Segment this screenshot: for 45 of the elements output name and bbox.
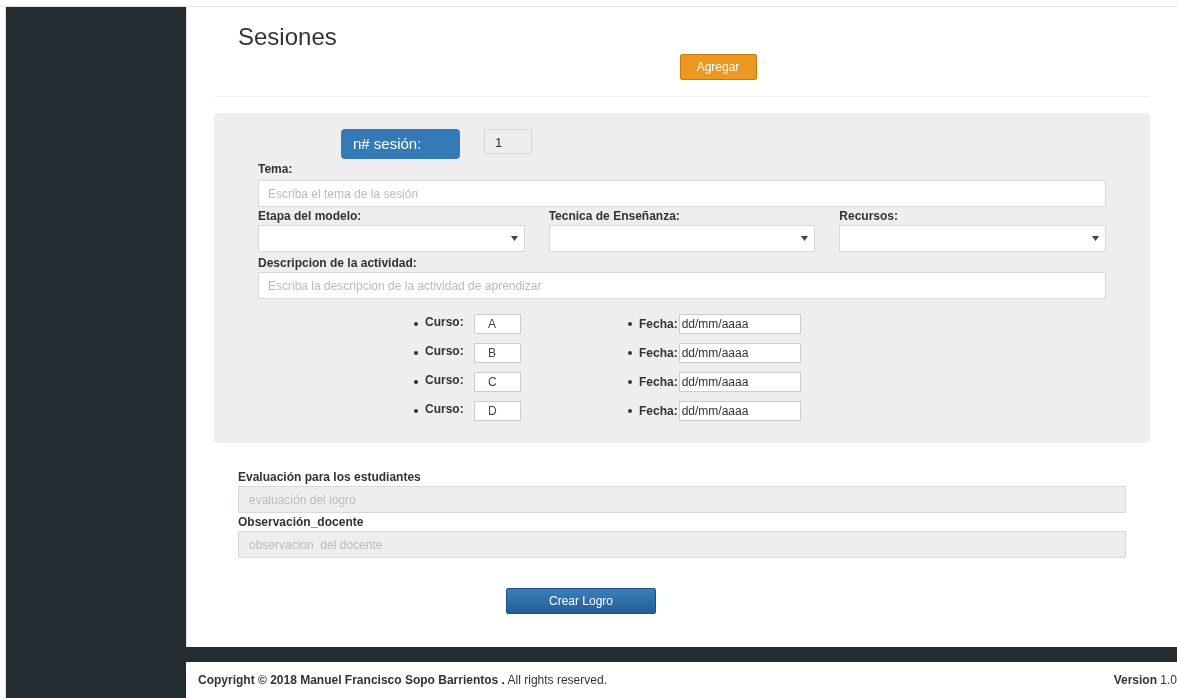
- caret-icon: [801, 236, 809, 241]
- course-field: D: [474, 401, 521, 421]
- evaluation-label: Evaluación para los estudiantes: [238, 469, 421, 486]
- date-field[interactable]: dd/mm/aaaa: [678, 372, 801, 392]
- session-number-label: n# sesión:: [341, 129, 460, 159]
- bullet-icon: [628, 322, 632, 326]
- activity-field[interactable]: Escriba la descripcion de la actividad de aprendizar: [258, 272, 1106, 299]
- date-label: Fecha:: [639, 374, 678, 391]
- bullet-icon: [414, 351, 418, 355]
- course-label: Curso:: [425, 343, 464, 360]
- course-field: A: [474, 314, 521, 334]
- course-label: Curso:: [425, 372, 464, 389]
- date-field[interactable]: dd/mm/aaaa: [678, 314, 801, 334]
- dropdown[interactable]: [258, 225, 525, 252]
- activity-label: Descripcion de la actividad:: [258, 255, 417, 272]
- bullet-icon: [628, 380, 632, 384]
- topic-label: Tema:: [258, 161, 293, 177]
- select-label: Tecnica de Enseñanza:: [548, 208, 680, 225]
- course-label: Curso:: [425, 314, 464, 331]
- dropdown[interactable]: [839, 225, 1106, 252]
- date-label: Fecha:: [639, 345, 678, 362]
- select-label: Recursos:: [839, 208, 898, 225]
- date-field[interactable]: dd/mm/aaaa: [678, 401, 801, 421]
- copyright-text: Copyright © 2018 Manuel Francisco Sopo Barrientos . All rights reserved.: [198, 672, 607, 689]
- date-field[interactable]: dd/mm/aaaa: [678, 343, 801, 363]
- session-number-field: 1: [484, 129, 532, 154]
- bullet-icon: [414, 380, 418, 384]
- create-button[interactable]: Crear Logro: [506, 588, 656, 614]
- observation-label: Observación_docente: [238, 514, 364, 531]
- bullet-icon: [414, 322, 418, 326]
- date-label: Fecha:: [639, 316, 678, 333]
- bullet-icon: [414, 409, 418, 413]
- course-field: C: [474, 372, 521, 392]
- bullet-icon: [628, 409, 632, 413]
- caret-icon: [510, 236, 518, 241]
- topic-field[interactable]: Escriba el tema de la sesión: [258, 180, 1106, 207]
- bullet-icon: [628, 351, 632, 355]
- date-label: Fecha:: [639, 403, 678, 420]
- dropdown[interactable]: [548, 225, 816, 252]
- course-label: Curso:: [425, 401, 464, 418]
- version-text: Version 1.0: [1113, 672, 1177, 689]
- select-label: Etapa del modelo:: [258, 208, 362, 225]
- course-field: B: [474, 343, 521, 363]
- page-title: Sesiones: [238, 22, 337, 52]
- caret-icon: [1092, 236, 1099, 241]
